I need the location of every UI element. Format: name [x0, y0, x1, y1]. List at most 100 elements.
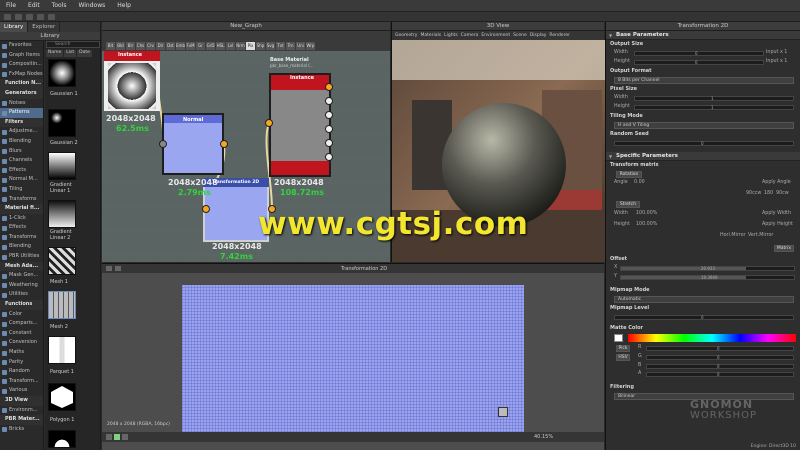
- 3d-menu-scene[interactable]: Scene: [513, 31, 527, 40]
- category-item[interactable]: Tiling: [0, 185, 43, 195]
- rotate-90ccw-button[interactable]: 90ccw: [746, 191, 761, 196]
- open-icon[interactable]: [15, 13, 22, 20]
- 3d-menu-lights[interactable]: Lights: [444, 31, 458, 40]
- category-item[interactable]: Mask Gen...: [0, 271, 43, 281]
- vert-mirror-button[interactable]: Vert.Mirror: [748, 233, 773, 238]
- stretch-height-value[interactable]: 100.00%: [636, 222, 657, 227]
- 3d-menu-display[interactable]: Display: [530, 31, 547, 40]
- library-search-input[interactable]: Search: [46, 41, 100, 48]
- base-parameters-section[interactable]: Base Parameters: [606, 31, 800, 40]
- matte-a-slider[interactable]: 0: [646, 372, 794, 377]
- rotate-90cw-button[interactable]: 90cw: [776, 191, 789, 196]
- rotate-180-button[interactable]: 180: [764, 191, 773, 196]
- category-item[interactable]: Patterns: [0, 108, 43, 118]
- undo-icon[interactable]: [37, 13, 44, 20]
- thumb-mesh-1[interactable]: [48, 247, 76, 275]
- category-item[interactable]: Random: [0, 367, 43, 377]
- category-item[interactable]: Blending: [0, 137, 43, 147]
- atomic-distance-icon[interactable]: Dst: [166, 41, 175, 50]
- category-item[interactable]: Normal M...: [0, 175, 43, 185]
- thumb-gradient-linear-1[interactable]: [48, 152, 76, 180]
- category-section[interactable]: Material fi...: [0, 204, 43, 214]
- atomic-blend-icon[interactable]: Bld: [116, 41, 125, 50]
- atomic-channels-icon[interactable]: Chs: [136, 41, 145, 50]
- thumb-gradient-linear-2[interactable]: [48, 200, 76, 228]
- category-item[interactable]: PBR Utilities: [0, 252, 43, 262]
- category-item[interactable]: Transforms: [0, 195, 43, 205]
- category-item[interactable]: Constant: [0, 329, 43, 339]
- atomic-sharpen-icon[interactable]: Shp: [256, 41, 265, 50]
- matte-g-slider[interactable]: 0: [646, 355, 794, 360]
- hori-mirror-button[interactable]: Hori.Mirror: [720, 233, 746, 238]
- hsv-button[interactable]: HSV: [616, 354, 630, 361]
- 3d-menu-camera[interactable]: Camera: [461, 31, 479, 40]
- menu-help[interactable]: Help: [111, 2, 137, 9]
- category-item[interactable]: Transform...: [0, 377, 43, 387]
- category-item[interactable]: Effects: [0, 223, 43, 233]
- mipmap-level-slider[interactable]: 0: [614, 315, 794, 320]
- menu-file[interactable]: File: [0, 2, 22, 9]
- category-item[interactable]: Maths: [0, 348, 43, 358]
- sort-list[interactable]: List: [64, 50, 77, 57]
- atomic-levels-icon[interactable]: Lvl: [226, 41, 235, 50]
- pixel-height-slider[interactable]: 1: [634, 105, 794, 110]
- 2d-view-panel[interactable]: Transformation 2D 2048 x 2048 (RGBA, 16b…: [102, 263, 604, 450]
- sort-name[interactable]: Name: [46, 50, 64, 57]
- 2d-alpha-icon[interactable]: [122, 434, 128, 440]
- thumb-gaussian-1[interactable]: [48, 59, 76, 87]
- redo-icon[interactable]: [48, 13, 55, 20]
- atomic-hsl-icon[interactable]: HSL: [216, 41, 225, 50]
- 2d-texture-preview[interactable]: [182, 285, 524, 432]
- 3d-menu-geometry[interactable]: Geometry: [395, 31, 417, 40]
- category-item[interactable]: Utilities: [0, 290, 43, 300]
- category-item[interactable]: Noises: [0, 99, 43, 109]
- category-item[interactable]: 1-Click: [0, 214, 43, 224]
- category-section[interactable]: PBR Mater...: [0, 415, 43, 425]
- category-item[interactable]: Favorites: [0, 41, 43, 51]
- category-item[interactable]: Graph Items: [0, 51, 43, 61]
- category-item[interactable]: FxMap Nodes: [0, 70, 43, 80]
- category-item[interactable]: Blurs: [0, 147, 43, 157]
- category-item[interactable]: Comparis...: [0, 319, 43, 329]
- category-item[interactable]: Conversion: [0, 338, 43, 348]
- category-section[interactable]: Mesh Ada...: [0, 261, 43, 272]
- rotation-button[interactable]: Rotation: [616, 171, 642, 178]
- atomic-normal-icon[interactable]: Nrm: [236, 41, 245, 50]
- matte-color-swatch[interactable]: [614, 334, 623, 342]
- 2d-color-icon[interactable]: [114, 434, 120, 440]
- category-section[interactable]: 3D View: [0, 395, 43, 406]
- stretch-button[interactable]: Stretch: [616, 201, 640, 208]
- apply-angle-button[interactable]: Apply Angle: [762, 180, 791, 185]
- atomic-transform-icon[interactable]: Trn: [286, 41, 295, 50]
- category-item[interactable]: Channels: [0, 156, 43, 166]
- category-item[interactable]: Blending: [0, 242, 43, 252]
- category-section[interactable]: Functions: [0, 300, 43, 310]
- tiling-mode-dropdown[interactable]: H and V Tiling: [614, 122, 794, 129]
- 2d-zoom-level[interactable]: 40.15%: [534, 434, 553, 440]
- thumb-parquet-1[interactable]: [48, 336, 76, 364]
- matte-hue-bar[interactable]: [628, 334, 796, 342]
- stretch-width-value[interactable]: 100.00%: [636, 211, 657, 216]
- tab-explorer[interactable]: Explorer: [28, 22, 61, 32]
- 2d-fit-icon[interactable]: [106, 266, 112, 271]
- category-item[interactable]: Transforms: [0, 233, 43, 243]
- apply-width-button[interactable]: Apply Width: [762, 211, 791, 216]
- 3d-menu-materials[interactable]: Materials: [420, 31, 441, 40]
- output-format-dropdown[interactable]: 8 Bits per Channel: [614, 77, 794, 84]
- apply-height-button[interactable]: Apply Height: [762, 222, 793, 227]
- thumb-polygon-2[interactable]: [48, 430, 76, 448]
- atomic-uniform-icon[interactable]: Uni: [296, 41, 305, 50]
- atomic-curve-icon[interactable]: Crv: [146, 41, 155, 50]
- specific-parameters-section[interactable]: Specific Parameters: [606, 152, 800, 161]
- menu-windows[interactable]: Windows: [72, 2, 111, 9]
- matrix-button[interactable]: Matrix: [774, 245, 794, 252]
- matte-r-slider[interactable]: 0: [646, 346, 794, 351]
- pick-button[interactable]: Pick: [616, 345, 630, 352]
- save-icon[interactable]: [26, 13, 33, 20]
- 2d-zoom-icon[interactable]: [115, 266, 121, 271]
- atomic-fxmap-icon[interactable]: FxM: [186, 41, 195, 50]
- category-item[interactable]: Various: [0, 386, 43, 396]
- category-item[interactable]: Parity: [0, 358, 43, 368]
- 3d-menu-renderer[interactable]: Renderer: [549, 31, 570, 40]
- pixel-width-slider[interactable]: 1: [634, 96, 794, 101]
